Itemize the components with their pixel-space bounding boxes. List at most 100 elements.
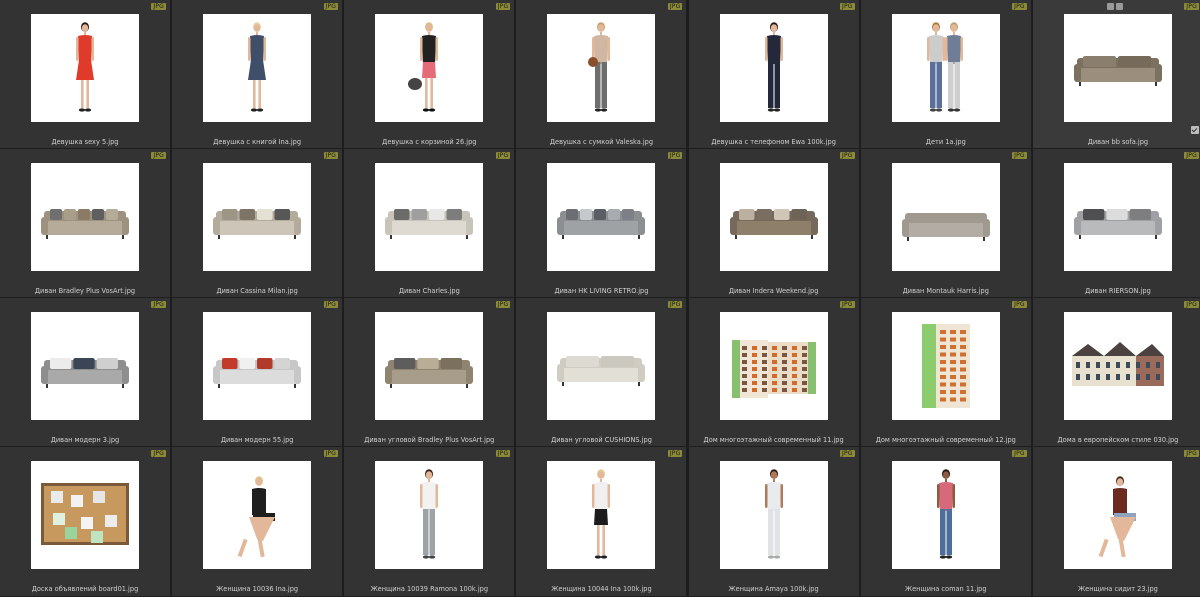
file-name-label: Диван модерн 3.jpg: [50, 436, 120, 444]
thumbnail-item[interactable]: JPG Диван HK LIVING RETRO.jpg: [516, 149, 688, 298]
thumbnail-item[interactable]: JPG Девушка sexy 5.jpg: [0, 0, 171, 149]
thumbnail-item[interactable]: JPG Дома в европейском стиле 030.jpg: [1032, 298, 1200, 447]
thumbnail-image[interactable]: [31, 312, 139, 420]
thumbnail-illustration: [764, 22, 783, 112]
file-name-label: Девушка sexy 5.jpg: [51, 138, 119, 146]
thumbnail-illustration: [588, 22, 611, 112]
thumbnail-image[interactable]: [203, 14, 312, 122]
thumbnail-image[interactable]: [203, 312, 312, 420]
file-name-label: Доска объявлений board01.jpg: [31, 585, 139, 593]
file-name-label: Диван bb sofa.jpg: [1087, 138, 1149, 146]
thumbnail-item[interactable]: JPG Женщина Amaya 100k.jpg: [688, 447, 860, 597]
checkbox-icon[interactable]: [1190, 126, 1199, 134]
thumbnail-image[interactable]: [31, 461, 139, 569]
thumbnail-image[interactable]: [1063, 163, 1172, 271]
thumbnail-illustration: [237, 476, 276, 558]
thumbnail-item[interactable]: JPG Диван модерн 55.jpg: [172, 298, 344, 447]
thumbnail-image[interactable]: [203, 461, 312, 569]
thumbnail-item[interactable]: JPG Диван Montauk Harris.jpg: [860, 149, 1032, 298]
thumbnail-image[interactable]: [547, 461, 656, 569]
thumbnail-item[interactable]: JPG Диван угловой CUSHIONS.jpg: [516, 298, 688, 447]
thumbnail-image[interactable]: [547, 14, 656, 122]
file-type-badge: JPG: [151, 301, 166, 308]
thumbnail-item[interactable]: JPG Девушка с корзиной 26.jpg: [344, 0, 516, 149]
thumbnail-image[interactable]: [1063, 14, 1172, 122]
file-type-badge: JPG: [1184, 301, 1199, 308]
thumbnail-image[interactable]: [375, 461, 484, 569]
file-name-label: Диван Montauk Harris.jpg: [902, 287, 989, 295]
file-type-badge: JPG: [323, 301, 339, 308]
file-type-badge: JPG: [323, 450, 339, 457]
thumbnail-item[interactable]: JPG Диван Charles.jpg: [344, 149, 516, 298]
thumbnail-image[interactable]: [547, 312, 656, 420]
thumbnail-item[interactable]: JPG Дети 1a.jpg: [860, 0, 1032, 149]
thumbnail-illustration: [926, 22, 963, 112]
thumbnail-illustration: [557, 209, 646, 239]
thumbnail-illustration: [248, 22, 267, 112]
thumbnail-item[interactable]: JPG Женщина 10044 Ina 100k.jpg: [516, 447, 688, 597]
thumbnail-image[interactable]: [375, 163, 484, 271]
file-type-badge: JPG: [495, 152, 511, 159]
thumbnail-image[interactable]: [891, 14, 1000, 122]
item-tools: [1106, 3, 1123, 10]
thumbnail-item[interactable]: JPG Доска объявлений board01.jpg: [0, 447, 171, 597]
thumbnail-item[interactable]: JPG Диван bb sofa.jpg: [1032, 0, 1200, 149]
file-name-label: Диван угловой CUSHIONS.jpg: [551, 436, 652, 444]
thumbnail-item[interactable]: JPG Диван Cassina Milan.jpg: [172, 149, 344, 298]
file-type-badge: JPG: [495, 3, 511, 10]
thumbnail-item[interactable]: JPG Диван угловой Bradley Plus VosArt.jpg: [344, 298, 516, 447]
file-type-badge: JPG: [151, 450, 166, 457]
thumbnail-illustration: [1071, 342, 1164, 386]
thumbnail-image[interactable]: [719, 312, 828, 420]
file-name-label: Диван HK LIVING RETRO.jpg: [554, 287, 649, 295]
square-icon[interactable]: [1106, 3, 1114, 10]
thumbnail-illustration: [385, 209, 474, 239]
thumbnail-image[interactable]: [31, 163, 139, 271]
file-type-badge: JPG: [1012, 152, 1027, 159]
thumbnail-image[interactable]: [719, 14, 828, 122]
thumbnail-image[interactable]: [1063, 312, 1172, 420]
file-type-badge: JPG: [839, 3, 855, 10]
thumbnail-image[interactable]: [719, 461, 828, 569]
file-type-badge: JPG: [1184, 3, 1199, 10]
thumbnail-item[interactable]: JPG Дом многоэтажный современный 11.jpg: [688, 298, 860, 447]
file-type-badge: JPG: [323, 3, 339, 10]
thumbnail-item[interactable]: JPG Девушка с книгой Ina.jpg: [172, 0, 344, 149]
thumbnail-image[interactable]: [547, 163, 656, 271]
file-type-badge: JPG: [151, 152, 166, 159]
thumbnail-image[interactable]: [31, 14, 139, 122]
thumbnail-item[interactable]: JPG Диван модерн 3.jpg: [0, 298, 171, 447]
thumbnail-item[interactable]: JPG Диван Bradley Plus VosArt.jpg: [0, 149, 171, 298]
thumbnail-item[interactable]: JPG Женщина coman 11.jpg: [860, 447, 1032, 597]
thumbnail-item[interactable]: JPG Женщина 10039 Ramona 100k.jpg: [344, 447, 516, 597]
thumbnail-image[interactable]: [719, 163, 828, 271]
thumbnail-image[interactable]: [375, 312, 484, 420]
thumbnail-item[interactable]: JPG Женщина 10036 Ina.jpg: [172, 447, 344, 597]
thumbnail-image[interactable]: [375, 14, 484, 122]
file-name-label: Девушка с книгой Ina.jpg: [213, 138, 302, 146]
thumbnail-item[interactable]: JPG Девушка с сумкой Valeska.jpg: [516, 0, 688, 149]
thumbnail-image[interactable]: [203, 163, 312, 271]
file-type-badge: JPG: [839, 152, 855, 159]
thumbnail-image[interactable]: [891, 163, 1000, 271]
file-name-label: Диван угловой Bradley Plus VosArt.jpg: [364, 436, 495, 444]
file-type-badge: JPG: [323, 152, 339, 159]
thumbnail-item[interactable]: JPG Девушка с телефоном Ewa 100k.jpg: [688, 0, 860, 149]
file-type-badge: JPG: [667, 301, 683, 308]
thumbnail-illustration: [936, 469, 955, 559]
file-name-label: Женщина 10036 Ina.jpg: [216, 585, 299, 593]
thumbnail-item[interactable]: JPG Дом многоэтажный современный 12.jpg: [860, 298, 1032, 447]
file-type-badge: JPG: [495, 301, 511, 308]
thumbnail-image[interactable]: [1063, 461, 1172, 569]
edit-icon[interactable]: [1115, 3, 1123, 10]
thumbnail-image[interactable]: [891, 461, 1000, 569]
thumbnail-item[interactable]: JPG Женщина сидит 23.jpg: [1032, 447, 1200, 597]
file-name-label: Дети 1a.jpg: [925, 138, 966, 146]
file-type-badge: JPG: [667, 3, 683, 10]
file-name-label: Диван Indera Weekend.jpg: [728, 287, 819, 295]
thumbnail-illustration: [731, 340, 816, 398]
thumbnail-image[interactable]: [891, 312, 1000, 420]
thumbnail-item[interactable]: JPG Диван RIERSON.jpg: [1032, 149, 1200, 298]
file-name-label: Диван Bradley Plus VosArt.jpg: [34, 287, 136, 295]
thumbnail-item[interactable]: JPG Диван Indera Weekend.jpg: [688, 149, 860, 298]
